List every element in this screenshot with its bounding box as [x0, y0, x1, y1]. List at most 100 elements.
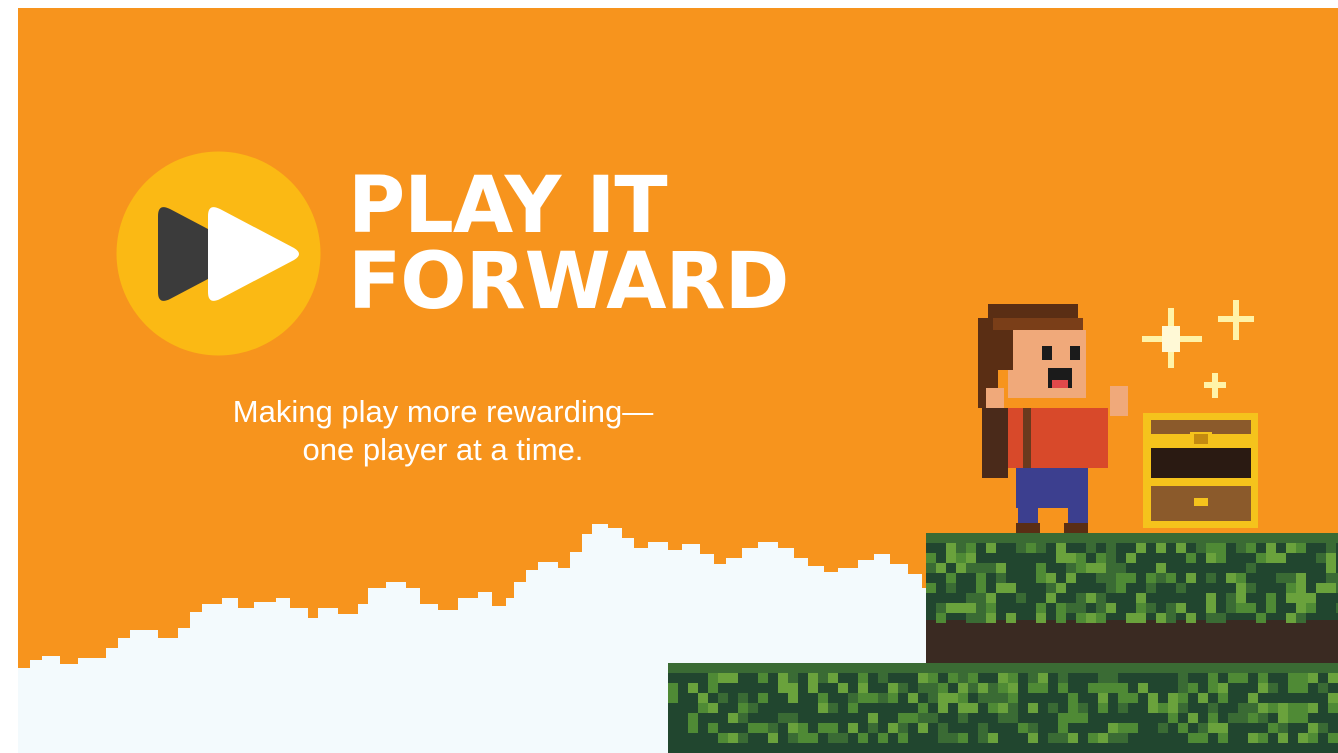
grass-pixel — [1198, 693, 1208, 703]
grass-pixel — [1326, 563, 1336, 573]
grass-pixel — [1328, 733, 1338, 743]
grass-pixel — [1036, 613, 1046, 623]
grass-pixel — [668, 693, 678, 703]
grass-pixel — [938, 693, 948, 703]
grass-pixel — [918, 673, 928, 683]
grass-pixel — [998, 693, 1008, 703]
grass-pixel — [986, 543, 996, 553]
grass-pixel — [1208, 713, 1218, 723]
grass-pixel — [758, 723, 768, 733]
hero-banner: PLAY IT FORWARD Making play more rewardi… — [0, 0, 1338, 753]
grass-pixel — [1108, 673, 1118, 683]
grass-pixel — [946, 603, 956, 613]
grass-pixel — [988, 733, 998, 743]
grass-pixel — [918, 723, 928, 733]
pixel-scene — [18, 300, 1338, 753]
grass-pixel — [1238, 673, 1248, 683]
grass-pixel — [1236, 543, 1246, 553]
grass-pixel — [1118, 703, 1128, 713]
grass-pixel — [848, 723, 858, 733]
grass-pixel — [858, 733, 868, 743]
grass-pixel — [1118, 683, 1128, 693]
grass-pixel — [1148, 703, 1158, 713]
grass-pixel — [1106, 563, 1116, 573]
grass-pixel — [1056, 613, 1066, 623]
grass-pixel — [868, 723, 878, 733]
grass-pixel — [998, 673, 1008, 683]
pixel-hero-cheering — [978, 304, 1128, 533]
grass-pixel — [1056, 603, 1066, 613]
grass-pixel — [1036, 543, 1046, 553]
grass-pixel — [1256, 553, 1266, 563]
grass-pixel — [996, 573, 1006, 583]
grass-pixel — [1236, 593, 1246, 603]
grass-pixel — [1278, 713, 1288, 723]
grass-pixel — [1278, 733, 1288, 743]
grass-pixel — [1206, 543, 1216, 553]
grass-pixel — [1166, 603, 1176, 613]
grass-pixel — [1186, 573, 1196, 583]
grass-pixel — [1056, 543, 1066, 553]
grass-pixel — [848, 703, 858, 713]
grass-pixel — [1288, 703, 1298, 713]
grass-pixel — [1106, 603, 1116, 613]
grass-pixel — [1128, 723, 1138, 733]
grass-pixel — [1128, 693, 1138, 703]
grass-pixel — [1008, 693, 1018, 703]
grass-pixel — [808, 673, 818, 683]
grass-pixel — [1218, 693, 1228, 703]
grass-pixel — [946, 573, 956, 583]
grass-pixel — [858, 673, 868, 683]
grass-pixel — [978, 693, 988, 703]
grass-pixel — [698, 703, 708, 713]
grass-pixel — [958, 683, 968, 693]
grass-pixel — [1086, 613, 1096, 623]
grass-pixel — [1258, 673, 1268, 683]
grass-pixel — [1016, 593, 1026, 603]
grass-pixel — [1266, 603, 1276, 613]
grass-pixel — [986, 593, 996, 603]
grass-pixel — [1308, 703, 1318, 713]
grass-pixel — [1076, 603, 1086, 613]
grass-pixel — [1246, 543, 1256, 553]
grass-pixel — [1008, 673, 1018, 683]
grass-pixel — [728, 673, 738, 683]
grass-pixel — [688, 683, 698, 693]
grass-pixel — [1116, 583, 1126, 593]
grass-pixel — [1246, 563, 1256, 573]
grass-pixel — [1296, 583, 1306, 593]
grass-pixel — [1096, 553, 1106, 563]
grass-pixel — [1086, 543, 1096, 553]
grass-pixel — [1228, 673, 1238, 683]
grass-pixel — [1098, 733, 1108, 743]
grass-pixel — [1208, 703, 1218, 713]
grass-pixel — [878, 733, 888, 743]
grass-pixel — [1008, 703, 1018, 713]
grass-pixel — [1028, 703, 1038, 713]
grass-pixel — [1048, 733, 1058, 743]
grass-pixel — [1076, 563, 1086, 573]
grass-pixel — [1148, 693, 1158, 703]
upper-platform — [926, 533, 1338, 663]
grass-pixel — [1056, 583, 1066, 593]
grass-pixel — [1036, 563, 1046, 573]
grass-pixel — [788, 723, 798, 733]
grass-pixel — [1296, 543, 1306, 553]
grass-pixel — [1136, 593, 1146, 603]
grass-pixel — [1156, 613, 1166, 623]
grass-pixel — [1268, 683, 1278, 693]
grass-pixel — [1078, 703, 1088, 713]
grass-pixel — [976, 573, 986, 583]
grass-pixel — [898, 713, 908, 723]
grass-pixel — [1326, 583, 1336, 593]
grass-pixel — [1178, 683, 1188, 693]
grass-pixel — [1176, 543, 1186, 553]
grass-pixel — [1186, 613, 1196, 623]
lower-platform — [668, 663, 1338, 753]
grass-pixel — [1098, 673, 1108, 683]
grass-pixel — [1248, 713, 1258, 723]
grass-pixel — [818, 703, 828, 713]
grass-pixel — [698, 693, 708, 703]
grass-pixel — [948, 693, 958, 703]
grass-pixel — [928, 673, 938, 683]
